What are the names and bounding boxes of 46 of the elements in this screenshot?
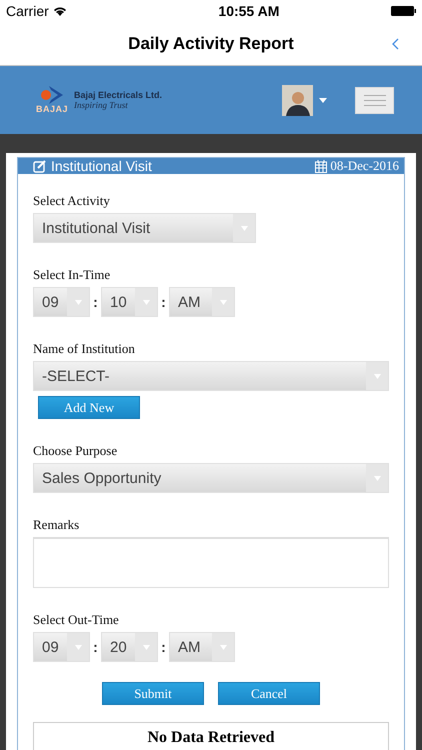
caret-icon: [220, 300, 226, 304]
field-label: Name of Institution: [33, 341, 136, 357]
hour-dropdown[interactable]: 09: [33, 632, 90, 662]
card-title: Institutional Visit: [51, 158, 152, 174]
caret-icon: [374, 476, 380, 480]
caret-icon: [142, 644, 150, 650]
caret-icon: [374, 374, 380, 378]
visit-date: 08-Dec-2016: [330, 158, 399, 174]
period-dropdown[interactable]: AM: [169, 287, 235, 317]
minute-dropdown[interactable]: 20: [101, 632, 158, 662]
wifi-icon: [52, 6, 67, 16]
hour-dropdown[interactable]: 09: [33, 287, 90, 317]
dropdown[interactable]: Institutional Visit: [33, 213, 256, 243]
company-tagline: Inspiring Trust: [74, 100, 129, 110]
field-label: Remarks: [33, 517, 80, 533]
time-separator: :: [161, 639, 166, 655]
dropdown[interactable]: Sales Opportunity: [33, 463, 389, 493]
battery-icon: [390, 6, 416, 16]
logo-word: BAJAJ: [36, 104, 68, 114]
logo-icon: [39, 86, 65, 104]
remarks-field[interactable]: [33, 537, 389, 588]
carrier-label: Carrier: [6, 3, 49, 19]
caret-icon[interactable]: [319, 98, 327, 102]
time-separator: :: [93, 294, 98, 310]
back-icon[interactable]: [392, 38, 399, 50]
field-label: Select Out-Time: [33, 612, 120, 628]
caret-icon: [74, 300, 82, 304]
minute-dropdown[interactable]: 10: [101, 287, 158, 317]
field-label: Select Activity: [33, 193, 111, 209]
time-separator: :: [93, 639, 98, 655]
nav-title: Daily Activity Report: [128, 34, 294, 54]
time-separator: :: [161, 294, 166, 310]
result-message: No Data Retrieved: [147, 729, 275, 748]
status-time: 10:55 AM: [218, 3, 280, 19]
caret-icon: [240, 226, 248, 230]
menu-button[interactable]: [355, 86, 394, 114]
caret-icon: [142, 300, 150, 304]
caret-icon: [74, 644, 82, 650]
dropdown[interactable]: -SELECT-: [33, 361, 389, 391]
company-name: Bajaj Electricals Ltd.: [74, 90, 162, 100]
period-dropdown[interactable]: AM: [169, 632, 235, 662]
calendar-icon: [315, 160, 328, 172]
field-label: Select In-Time: [33, 267, 112, 283]
field-label: Choose Purpose: [33, 443, 118, 459]
edit-icon: [33, 160, 46, 172]
caret-icon: [220, 644, 226, 650]
